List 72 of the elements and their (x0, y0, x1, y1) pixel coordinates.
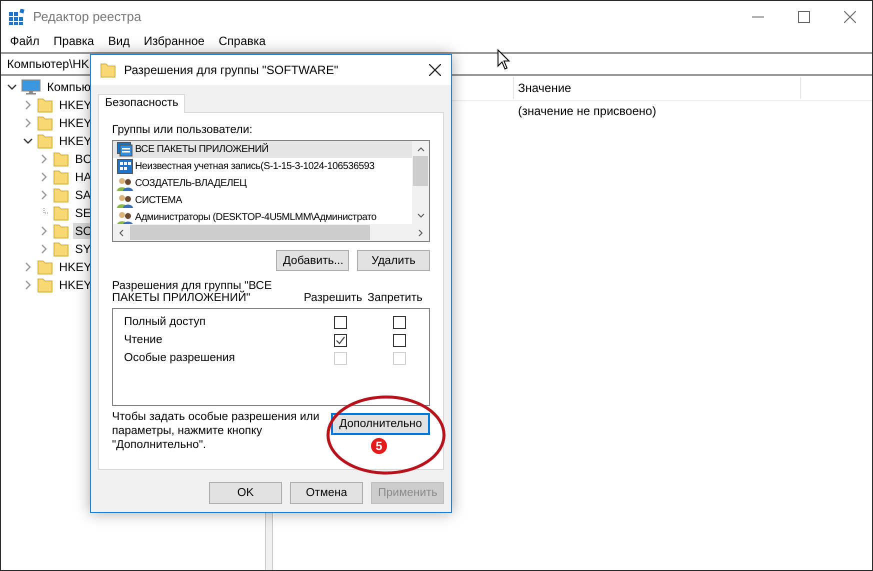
permission-name: Особые разрешения (124, 352, 236, 364)
user-group-icon (117, 193, 133, 208)
tree-item[interactable]: HKEY (57, 277, 94, 293)
tree-item[interactable]: HKEY (57, 115, 94, 131)
column-header: Запретить (366, 292, 424, 304)
menu-item[interactable]: Правка (52, 34, 96, 48)
tree-item[interactable]: HKEY (57, 259, 94, 275)
tree-item[interactable]: Компью (45, 79, 93, 95)
window-title: Редактор реестра (33, 9, 142, 24)
chevron-icon[interactable] (23, 136, 33, 146)
user-list-item[interactable]: СОЗДАТЕЛЬ-ВЛАДЕЛЕЦ (113, 175, 415, 192)
tree-item[interactable]: HKEY (57, 133, 94, 149)
menu-item[interactable]: Файл (9, 34, 41, 48)
folder-icon (53, 187, 69, 203)
user-group-icon (117, 176, 133, 191)
folder-icon (53, 169, 69, 185)
hint-text: Чтобы задать особые разрешения или параметры, нажмите кнопку "Дополнительно". (112, 410, 320, 452)
package-icon (117, 142, 133, 157)
dialog-title: Разрешения для группы "SOFTWARE" (124, 63, 338, 77)
folder-icon (100, 62, 116, 78)
tree-item[interactable]: SY (73, 241, 94, 257)
dialog-button[interactable]: Отмена (290, 482, 363, 504)
dialog-button[interactable]: OK (209, 482, 282, 504)
horizontal-scrollbar[interactable] (113, 224, 429, 241)
menu-item[interactable]: Вид (107, 34, 131, 48)
tree-item[interactable]: HKEY (57, 97, 94, 113)
allow-checkbox[interactable] (334, 334, 347, 346)
user-list-item[interactable]: СИСТЕМА (113, 192, 415, 209)
scrollbar-thumb[interactable] (413, 156, 428, 186)
tab[interactable]: Безопасность (98, 94, 186, 113)
column-header: Разрешить (302, 292, 364, 304)
permission-name: Чтение (124, 334, 164, 346)
folder-icon (37, 277, 53, 293)
maximize-icon[interactable] (798, 10, 810, 22)
close-icon[interactable] (429, 64, 441, 76)
user-list-item[interactable]: ВСЕ ПАКЕТЫ ПРИЛОЖЕНИЙ (113, 141, 415, 158)
folder-icon (53, 241, 69, 257)
table-cell: (значение не присвоено) (518, 104, 656, 118)
dialog-button[interactable]: Добавить... (276, 250, 349, 271)
menu-item[interactable]: Справка (218, 34, 267, 48)
tree-item[interactable]: SE (73, 205, 94, 221)
menu-item[interactable]: Избранное (142, 34, 206, 48)
deny-checkbox[interactable] (392, 316, 406, 328)
column-header[interactable]: Значение (513, 77, 801, 99)
scroll-left-icon[interactable] (118, 228, 124, 236)
tree-item[interactable]: SA (73, 187, 94, 203)
computer-icon (21, 79, 41, 95)
registry-editor-icon (9, 8, 25, 24)
chevron-icon[interactable] (7, 82, 17, 92)
permissions-label: Разрешения для группы "ВСЕ ПАКЕТЫ ПРИЛОЖЕНИЙ" (112, 280, 273, 304)
users-label: Группы или пользователи: (112, 123, 254, 137)
step-badge: 5 (371, 438, 387, 454)
folder-icon (53, 223, 69, 239)
account-icon (117, 159, 133, 174)
folder-icon (37, 133, 53, 149)
allow-checkbox[interactable] (334, 316, 347, 328)
scroll-up-icon[interactable] (416, 146, 424, 152)
folder-icon (37, 259, 53, 275)
deny-checkbox[interactable] (392, 334, 406, 346)
scroll-down-icon[interactable] (416, 213, 424, 219)
user-list-item[interactable]: Неизвестная учетная запись(S-1-15-3-1024-106536593 (113, 158, 415, 175)
vertical-scrollbar[interactable] (412, 141, 429, 224)
mouse-cursor-icon (497, 49, 511, 71)
folder-icon (37, 97, 53, 113)
folder-icon (53, 205, 69, 221)
folder-icon (53, 151, 69, 167)
scrollbar-thumb[interactable] (130, 225, 370, 240)
scroll-right-icon[interactable] (418, 228, 424, 236)
dialog-button[interactable]: Удалить (357, 250, 430, 271)
folder-icon (37, 115, 53, 131)
advanced-button[interactable]: Дополнительно (331, 413, 430, 435)
permission-name: Полный доступ (124, 316, 207, 328)
